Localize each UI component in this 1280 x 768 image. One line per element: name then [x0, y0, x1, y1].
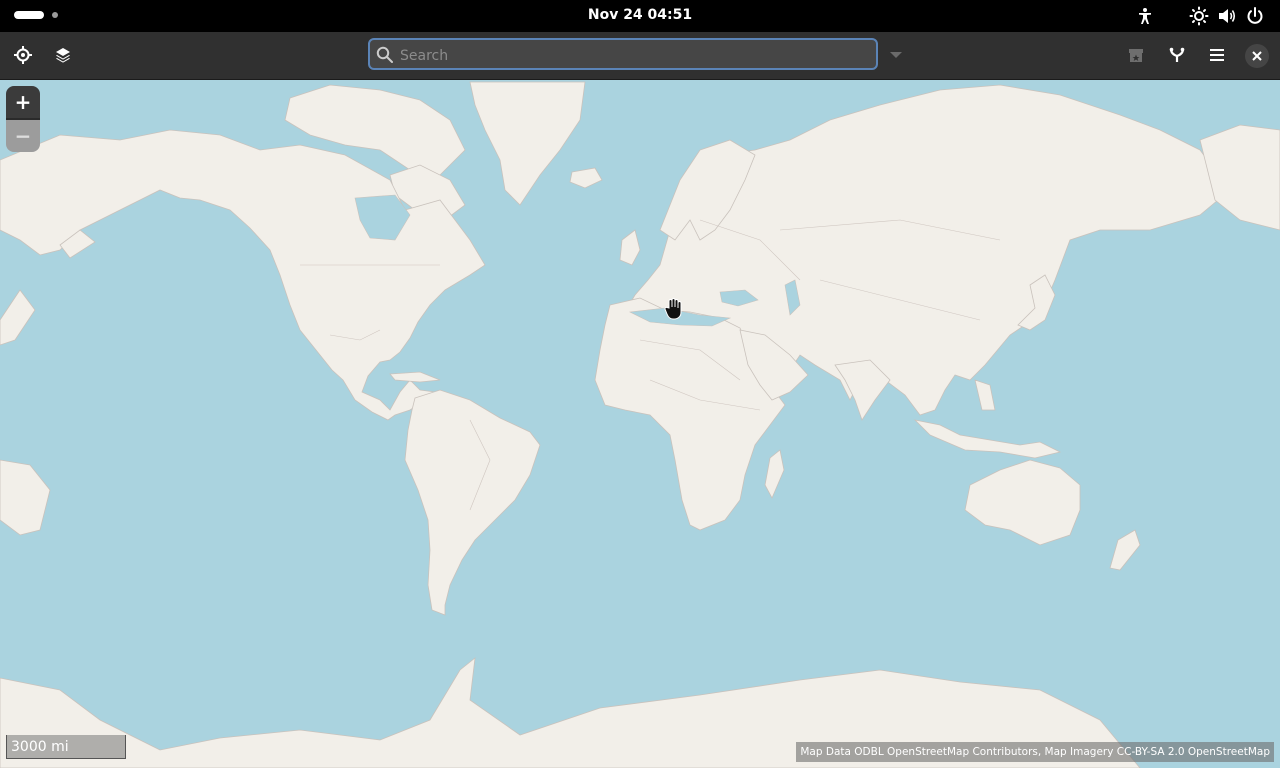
zoom-in-button[interactable]: + [6, 86, 40, 120]
chevron-down-icon [890, 52, 902, 58]
activities-button[interactable] [14, 11, 58, 19]
accessibility-icon[interactable] [1135, 6, 1155, 26]
brightness-icon[interactable] [1189, 6, 1209, 26]
search-icon [376, 46, 393, 63]
close-icon [1252, 51, 1262, 61]
chukotka [1199, 124, 1280, 231]
scale-bar: 3000 mi [6, 735, 126, 759]
clock[interactable]: Nov 24 04:51 [588, 7, 692, 23]
close-button[interactable] [1245, 44, 1269, 68]
indonesia [913, 419, 1062, 459]
hand-cursor-icon [664, 298, 682, 320]
south-america-landmass [404, 389, 541, 616]
asia-west-wrap [0, 289, 36, 346]
route-button[interactable] [1162, 41, 1192, 69]
new-zealand [1109, 529, 1141, 571]
system-top-bar: Nov 24 04:51 [0, 0, 1280, 32]
iceland [569, 167, 603, 189]
favorites-icon [1129, 49, 1143, 62]
australia-landmass [964, 459, 1081, 546]
philippines [974, 379, 996, 411]
locate-button[interactable] [8, 41, 38, 69]
zoom-controls: + − [6, 86, 40, 152]
greenland-landmass [469, 81, 586, 206]
search-dropdown-button[interactable] [881, 41, 911, 69]
route-icon [1169, 47, 1185, 62]
layers-icon [56, 48, 70, 63]
menu-icon [1210, 49, 1224, 61]
search-input[interactable] [398, 44, 872, 68]
world-map [0, 81, 1280, 768]
map-attribution[interactable]: Map Data ODBL OpenStreetMap Contributors… [796, 742, 1274, 762]
favorites-button[interactable] [1121, 41, 1151, 69]
madagascar [764, 449, 785, 499]
caribbean-islands [389, 371, 441, 383]
map-view[interactable]: + − 3000 mi Map Data ODBL OpenStreetMap … [0, 80, 1280, 768]
zoom-out-button[interactable]: − [6, 120, 40, 152]
workspace-indicator-active [14, 11, 44, 19]
british-isles [619, 229, 641, 266]
header-bar [0, 32, 1280, 80]
menu-button[interactable] [1202, 41, 1232, 69]
search-box[interactable] [368, 38, 878, 70]
volume-icon[interactable] [1217, 6, 1237, 26]
layers-button[interactable] [48, 41, 78, 69]
workspace-indicator [52, 12, 58, 18]
australia-west-wrap [0, 459, 51, 536]
locate-icon [14, 46, 32, 64]
power-icon[interactable] [1245, 6, 1265, 26]
